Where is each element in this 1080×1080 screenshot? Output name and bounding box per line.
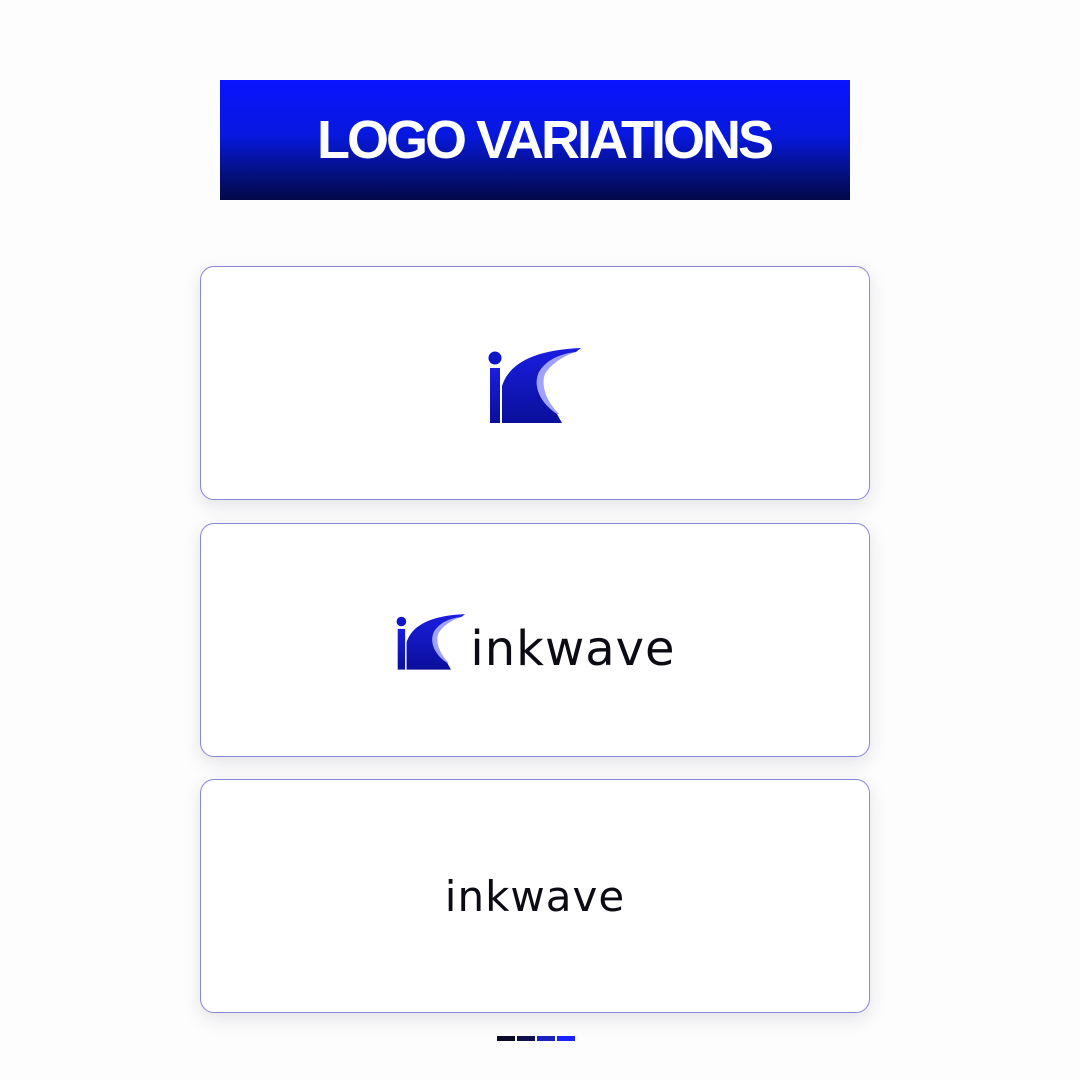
logo-card-wordmark: inkwave [200,779,870,1013]
logo-card-combination: inkwave [200,523,870,757]
page-indicator-segment [517,1036,535,1041]
page-indicator-segment [497,1036,515,1041]
banner-title: LOGO VARIATIONS [317,110,774,170]
logo-card-mark [200,266,870,500]
wordmark-text: inkwave [470,621,676,677]
inkwave-mark-icon [396,614,466,670]
page-indicator [497,1036,575,1041]
page-indicator-segment [537,1036,555,1041]
title-banner: LOGO VARIATIONS [220,80,850,200]
inkwave-logo-mark [485,342,585,424]
wordmark-text: inkwave [444,871,626,921]
page-indicator-segment [557,1036,575,1041]
inkwave-logo-combination: inkwave [394,609,676,677]
